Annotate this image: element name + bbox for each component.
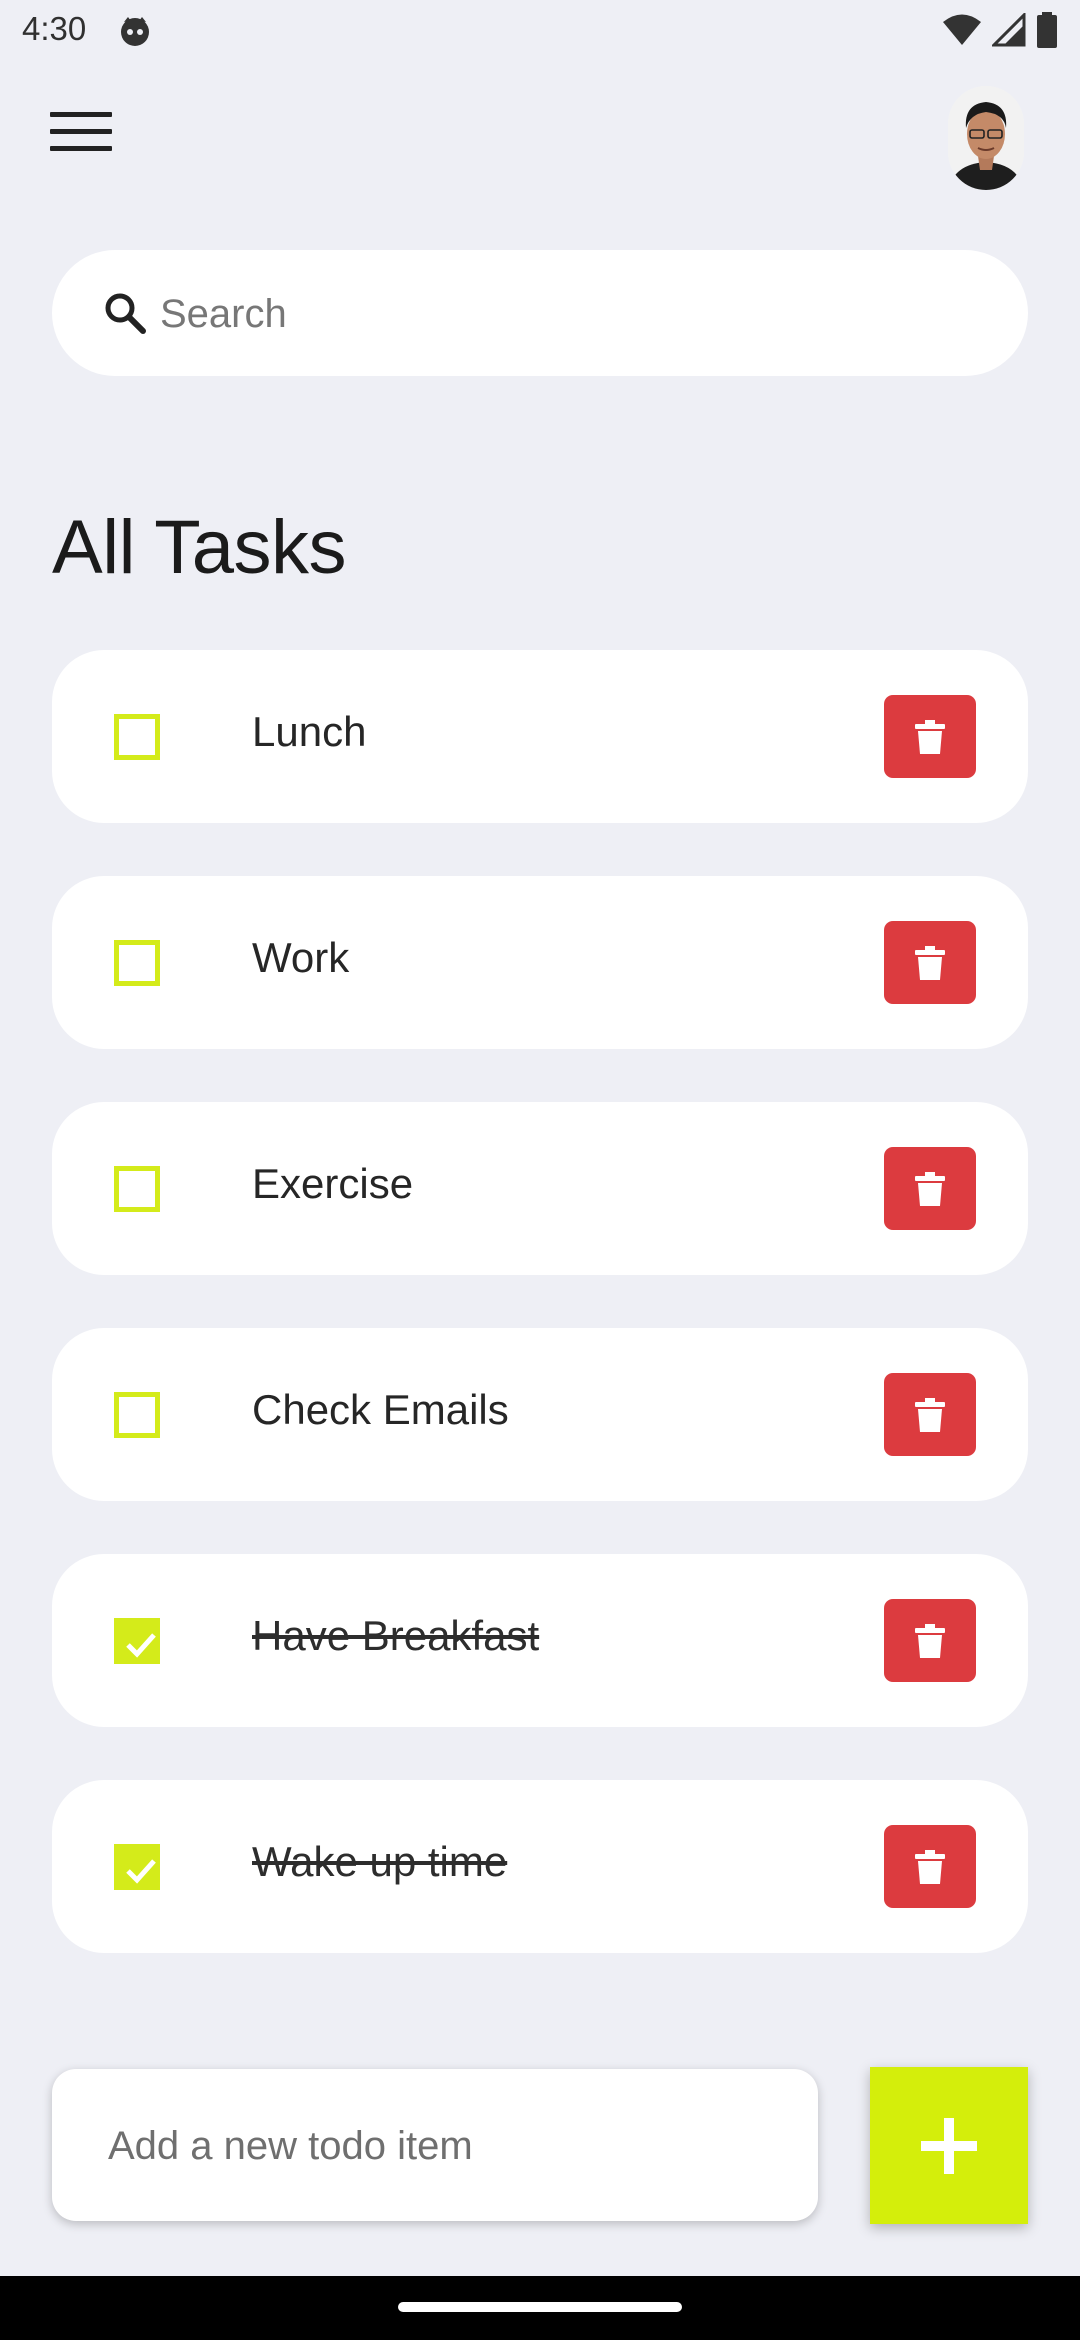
avatar[interactable]: [948, 86, 1024, 190]
task-checkbox[interactable]: [114, 1392, 160, 1438]
status-bar: 4:30: [0, 0, 1080, 64]
add-todo-field[interactable]: [52, 2069, 818, 2221]
delete-task-button[interactable]: [884, 921, 976, 1004]
delete-task-button[interactable]: [884, 1373, 976, 1456]
task-label: Wake up time: [252, 1838, 508, 1885]
task-label: Have Breakfast: [252, 1612, 540, 1659]
task-label: Exercise: [252, 1160, 414, 1207]
wifi-icon: [943, 14, 981, 45]
task-list: Lunch Work Exercise Check Emails Have Br…: [52, 650, 1028, 2006]
task-card: Lunch: [52, 650, 1028, 823]
checkmark-icon: [126, 1633, 156, 1658]
trash-icon: [915, 946, 945, 980]
avatar-image: [948, 86, 1024, 190]
task-label: Check Emails: [252, 1386, 509, 1433]
add-todo-input[interactable]: [106, 2101, 790, 2191]
task-card: Have Breakfast: [52, 1554, 1028, 1727]
plus-icon: [921, 2118, 977, 2174]
task-checkbox[interactable]: [114, 1166, 160, 1212]
page-title: All Tasks: [52, 505, 346, 590]
task-card: Wake up time: [52, 1780, 1028, 1953]
search-input[interactable]: [158, 270, 982, 358]
checkmark-icon: [126, 1859, 156, 1884]
system-nav-bar: [0, 2276, 1080, 2340]
task-card: Work: [52, 876, 1028, 1049]
delete-task-button[interactable]: [884, 1825, 976, 1908]
trash-icon: [915, 1624, 945, 1658]
task-checkbox-checked[interactable]: [114, 1844, 160, 1890]
task-checkbox[interactable]: [114, 940, 160, 986]
task-checkbox-checked[interactable]: [114, 1618, 160, 1664]
task-label: Lunch: [252, 708, 367, 755]
trash-icon: [915, 1850, 945, 1884]
task-card: Exercise: [52, 1102, 1028, 1275]
trash-icon: [915, 1398, 945, 1432]
cell-signal-icon: [992, 13, 1026, 47]
battery-icon: [1037, 12, 1057, 48]
status-time: 4:30: [22, 10, 87, 47]
task-checkbox[interactable]: [114, 714, 160, 760]
status-icons: [942, 12, 1058, 48]
search-bar[interactable]: [52, 250, 1028, 376]
trash-icon: [915, 1172, 945, 1206]
delete-task-button[interactable]: [884, 695, 976, 778]
delete-task-button[interactable]: [884, 1599, 976, 1682]
task-label: Work: [252, 934, 350, 981]
task-card: Check Emails: [52, 1328, 1028, 1501]
delete-task-button[interactable]: [884, 1147, 976, 1230]
trash-icon: [915, 720, 945, 754]
notification-app-icon: [121, 17, 149, 46]
add-todo-button[interactable]: [870, 2067, 1028, 2224]
home-indicator[interactable]: [398, 2302, 682, 2312]
menu-icon[interactable]: [50, 112, 112, 162]
search-icon: [105, 293, 146, 334]
